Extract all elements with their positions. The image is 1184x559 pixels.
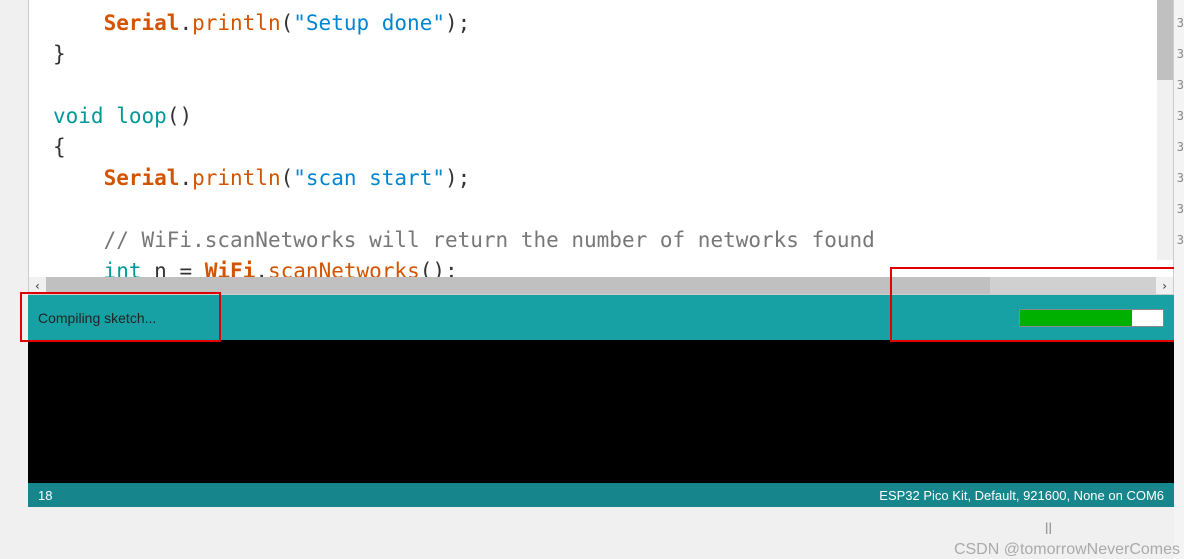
watermark-text: CSDN @tomorrowNeverComes (954, 541, 1180, 559)
scroll-right-arrow[interactable]: › (1156, 277, 1173, 294)
progress-bar (1019, 309, 1164, 327)
board-info: ESP32 Pico Kit, Default, 921600, None on… (879, 488, 1164, 503)
gutter-num: 3 (1174, 8, 1184, 39)
code-content[interactable]: Serial.println("Setup done"); } void loo… (29, 0, 1173, 295)
scroll-thumb[interactable] (46, 277, 990, 294)
gutter-num: 3 (1174, 101, 1184, 132)
right-gutter: 3 3 3 3 3 3 3 3 (1174, 0, 1184, 559)
scroll-left-arrow[interactable]: ‹ (29, 277, 46, 294)
code-line: { (53, 135, 66, 159)
code-line: void loop() (53, 104, 192, 128)
gutter-num: 3 (1174, 39, 1184, 70)
status-bar: Compiling sketch... (28, 295, 1174, 340)
watermark-ll: ll (1045, 521, 1052, 539)
console-output[interactable] (28, 340, 1174, 483)
bottom-status-bar: 18 ESP32 Pico Kit, Default, 921600, None… (28, 483, 1174, 507)
vertical-scroll-thumb[interactable] (1157, 0, 1173, 80)
vertical-scrollbar[interactable] (1157, 0, 1173, 260)
code-line: Serial.println("scan start"); (53, 166, 470, 190)
progress-fill (1020, 310, 1132, 326)
code-editor[interactable]: Serial.println("Setup done"); } void loo… (28, 0, 1174, 295)
code-line: // WiFi.scanNetworks will return the num… (53, 228, 875, 252)
code-line: Serial.println("Setup done"); (53, 11, 470, 35)
horizontal-scrollbar[interactable]: ‹ › (29, 277, 1173, 294)
status-message: Compiling sketch... (38, 310, 156, 326)
gutter-num: 3 (1174, 132, 1184, 163)
gutter-num: 3 (1174, 70, 1184, 101)
gutter-num: 3 (1174, 163, 1184, 194)
scroll-track[interactable] (46, 277, 1156, 294)
gutter-num: 3 (1174, 194, 1184, 225)
code-line: } (53, 42, 66, 66)
line-number: 18 (38, 488, 52, 503)
gutter-num: 3 (1174, 225, 1184, 256)
